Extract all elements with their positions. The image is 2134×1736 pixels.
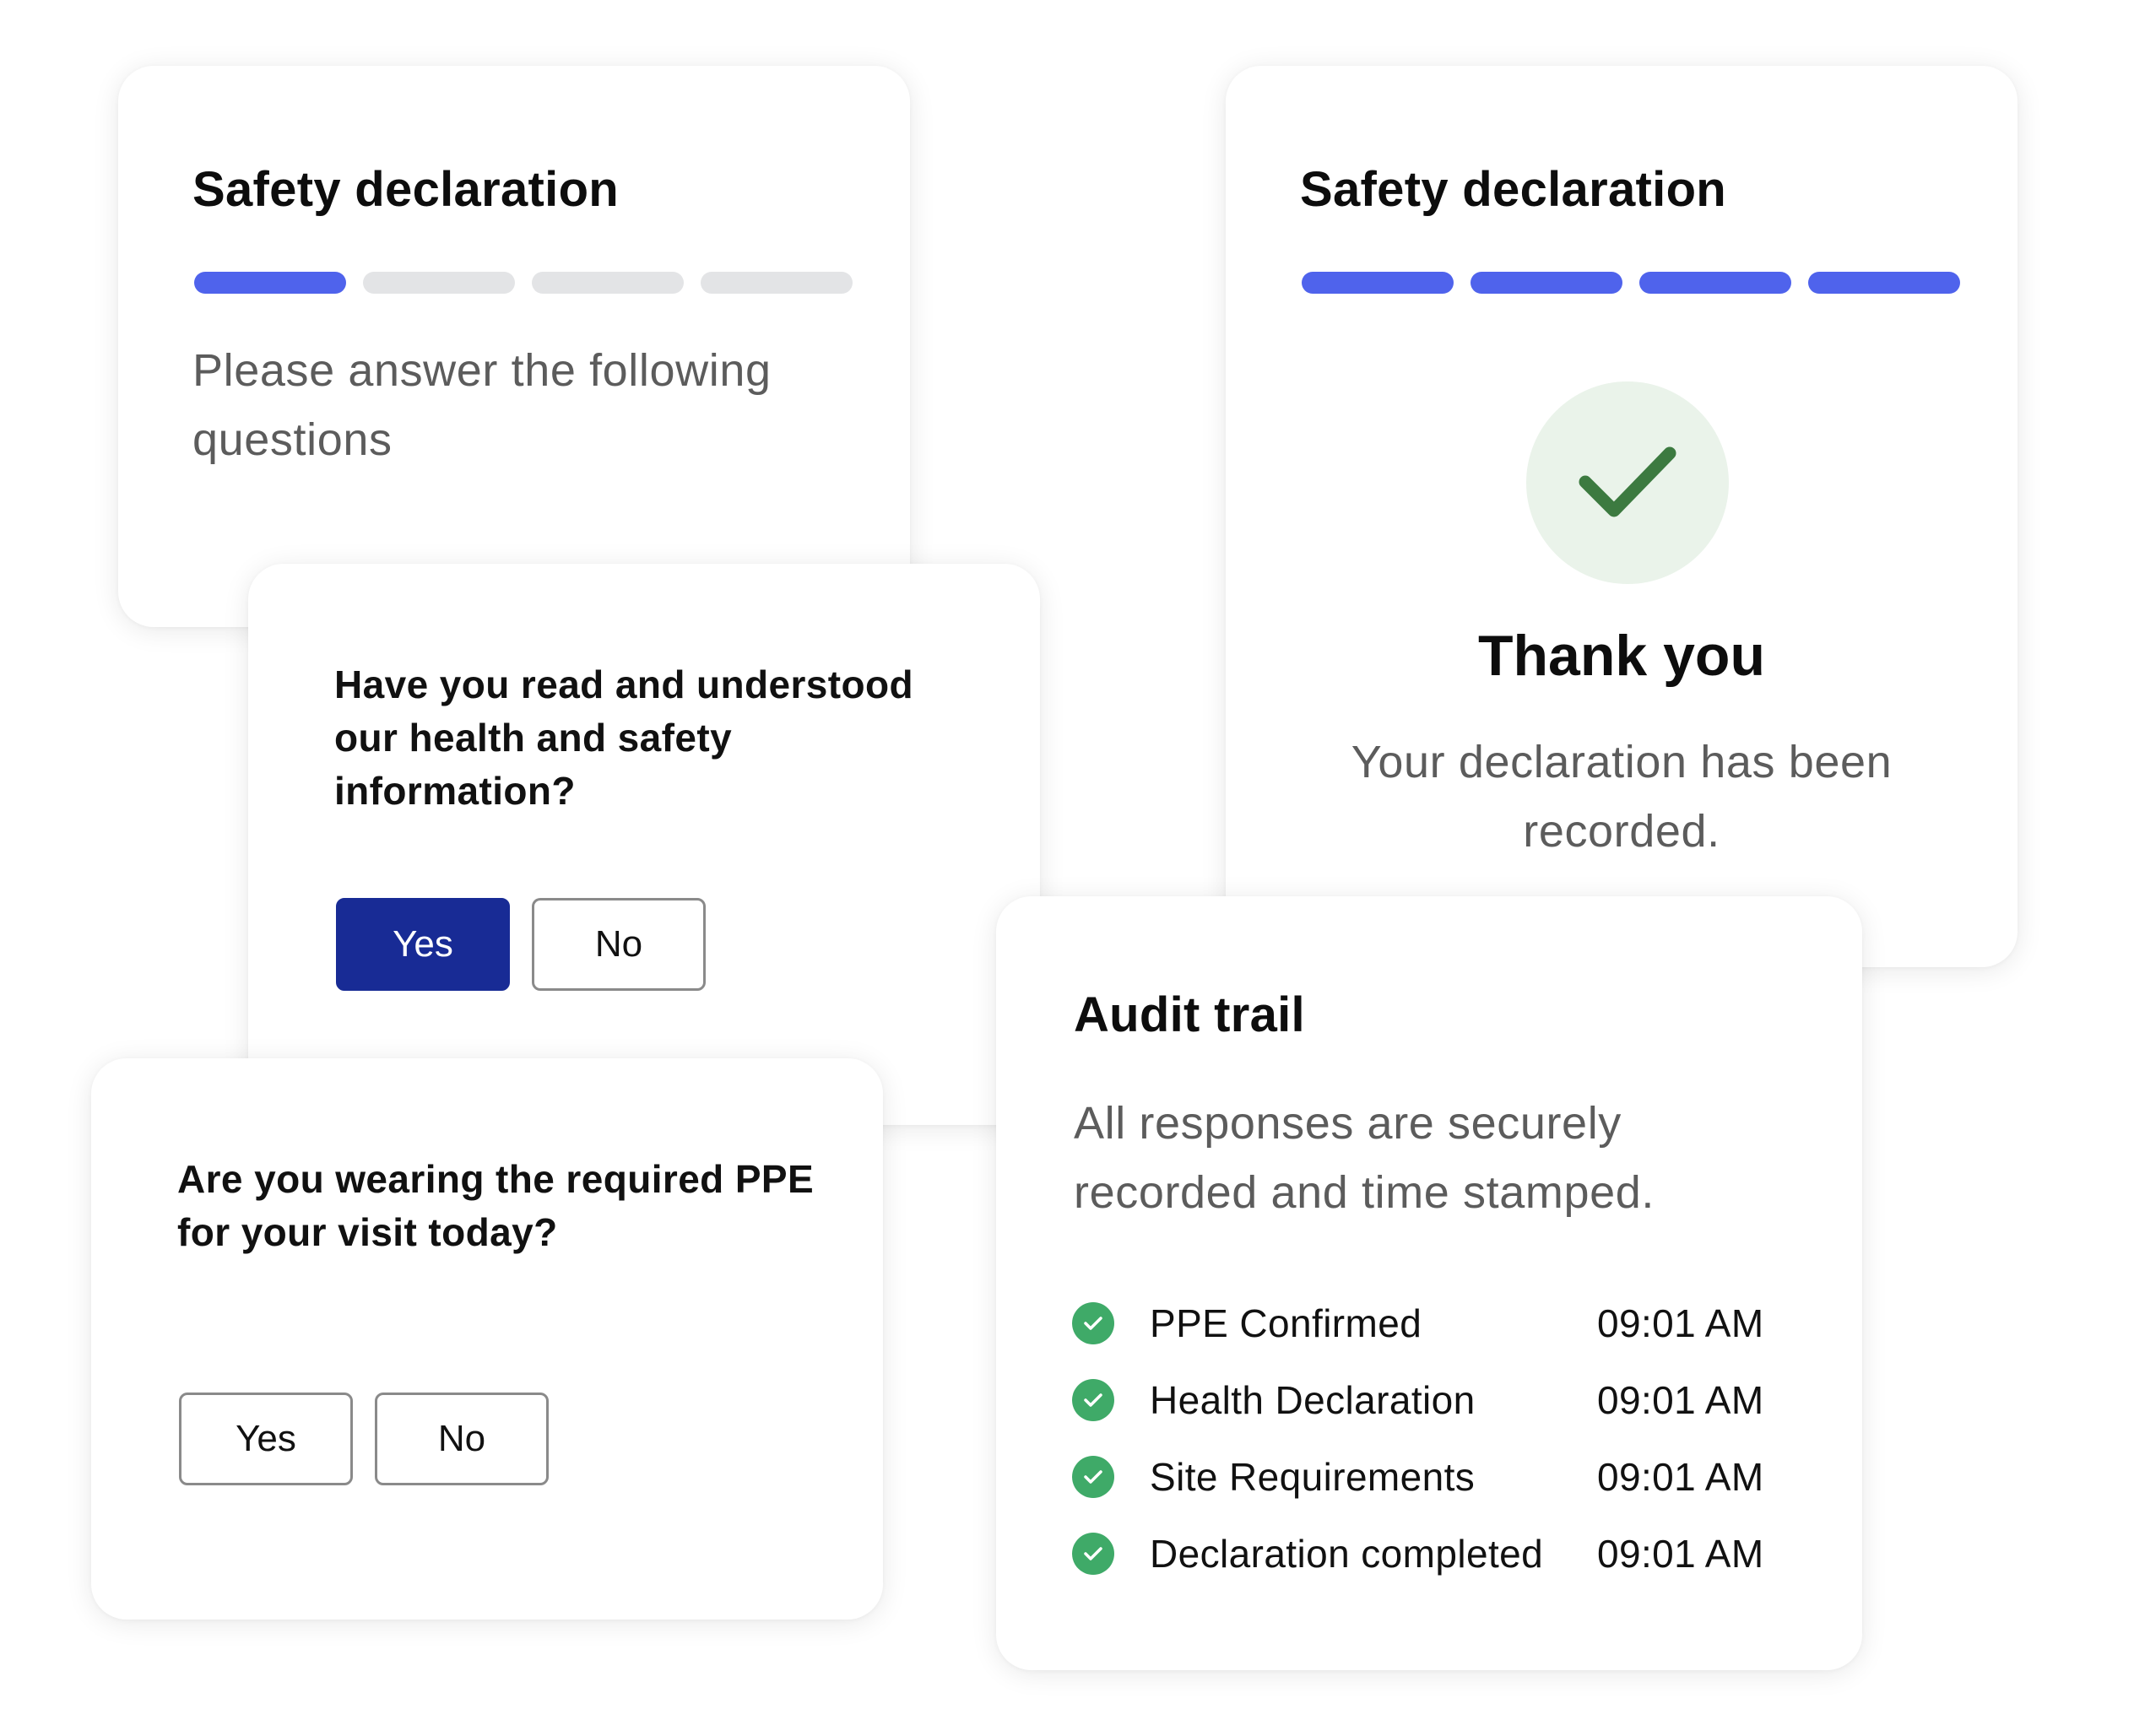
ppe-question-card: Are you wearing the required PPE for you… (91, 1058, 883, 1620)
audit-entry: Health Declaration 09:01 AM (1072, 1361, 1798, 1438)
audit-entry-label: Declaration completed (1150, 1531, 1544, 1576)
instructions-text: Please answer the following questions (192, 345, 772, 465)
audit-description: All responses are securely recorded and … (1074, 1098, 1655, 1218)
card-title: Safety declaration (192, 162, 620, 217)
audit-entry-time: 09:01 AM (1597, 1301, 1764, 1345)
check-circle-icon (1072, 1455, 1114, 1498)
safety-declaration-intro-card: Safety declaration Please answer the fol… (118, 66, 910, 627)
check-circle-icon (1072, 1301, 1114, 1344)
yes-button[interactable]: Yes (179, 1393, 353, 1485)
progress-step-4 (1808, 272, 1960, 294)
question-text: Are you wearing the required PPE for you… (177, 1157, 815, 1254)
card-title: Safety declaration (1300, 162, 1727, 217)
progress-step-2 (1471, 272, 1622, 294)
no-button[interactable]: No (375, 1393, 549, 1485)
card-title: Audit trail (1074, 987, 1305, 1042)
audit-entry-label: Site Requirements (1150, 1454, 1476, 1499)
progress-step-3 (532, 272, 684, 294)
audit-list: PPE Confirmed 09:01 AM Health Declaratio… (1072, 1284, 1798, 1592)
yes-button[interactable]: Yes (336, 898, 510, 991)
progress-step-4 (701, 272, 853, 294)
checkmark-icon (1579, 446, 1676, 517)
progress-step-2 (363, 272, 515, 294)
check-circle-icon (1072, 1378, 1114, 1421)
audit-entry: Declaration completed 09:01 AM (1072, 1515, 1798, 1592)
question-text: Have you read and understood our health … (334, 662, 913, 813)
audit-entry-time: 09:01 AM (1597, 1377, 1764, 1422)
audit-entry-time: 09:01 AM (1597, 1454, 1764, 1499)
thank-you-heading: Thank you (1477, 624, 1766, 688)
audit-trail-card: Audit trail All responses are securely r… (996, 896, 1862, 1670)
confirmation-message: Your declaration has been recorded. (1351, 737, 1893, 857)
audit-entry-label: Health Declaration (1150, 1377, 1476, 1422)
success-badge (1526, 381, 1729, 584)
audit-entry-label: PPE Confirmed (1150, 1301, 1422, 1345)
audit-entry-time: 09:01 AM (1597, 1531, 1764, 1576)
progress-bar (194, 272, 853, 294)
check-circle-icon (1072, 1532, 1114, 1575)
stage: Safety declaration Please answer the fol… (0, 0, 2134, 1736)
health-safety-question-card: Have you read and understood our health … (248, 564, 1040, 1125)
safety-declaration-complete-card: Safety declaration Thank you Your declar… (1226, 66, 2018, 967)
progress-step-1 (194, 272, 346, 294)
audit-entry: PPE Confirmed 09:01 AM (1072, 1284, 1798, 1361)
answer-buttons: Yes No (336, 898, 706, 991)
progress-step-1 (1302, 272, 1454, 294)
audit-entry: Site Requirements 09:01 AM (1072, 1438, 1798, 1515)
answer-buttons: Yes No (179, 1393, 549, 1485)
no-button[interactable]: No (532, 898, 706, 991)
progress-bar (1302, 272, 1960, 294)
progress-step-3 (1639, 272, 1791, 294)
